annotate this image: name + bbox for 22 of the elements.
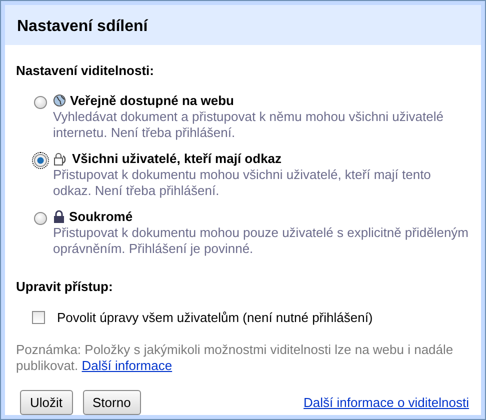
dialog-button[interactable]: Uložit — [20, 390, 73, 415]
more-info-link[interactable]: Další informace — [82, 358, 172, 372]
option-description: Vyhledávat dokument a přistupovat k němu mohou všichni uživatelé internetu. Není třeba přihlášení. — [53, 108, 444, 140]
visibility-info-link[interactable]: Další informace o viditelnosti — [304, 392, 469, 412]
radio-button[interactable] — [34, 212, 47, 224]
radio-button[interactable] — [34, 154, 47, 166]
option-label[interactable]: Veřejně dostupné na webu — [70, 92, 234, 108]
checkbox-label[interactable]: Povolit úpravy všem uživatelům (není nutné přihlášení) — [57, 308, 373, 328]
dialog-title: Nastavení sdílení — [5, 5, 481, 45]
option-description: Přistupovat k dokumentu mohou pouze uživatelé s explicitně přiděleným oprávněním. Přihlášení je povinné. — [53, 224, 469, 256]
section-heading: Nastavení viditelnosti: — [16, 62, 155, 80]
option-label[interactable]: Soukromé — [69, 208, 133, 224]
lock-link-icon — [53, 152, 68, 166]
lock-icon — [53, 210, 65, 223]
globe-icon — [53, 94, 66, 107]
dialog-button[interactable]: Storno — [82, 390, 141, 415]
option-label[interactable]: Všichni uživatelé, kteří mají odkaz — [72, 150, 282, 166]
option-description: Přistupovat k dokumentu mohou všichni uživatelé, kteří mají tento odkaz. Není třeba přihlášení. — [53, 166, 432, 198]
radio-button[interactable] — [34, 96, 47, 108]
section-heading: Upravit přístup: — [16, 278, 114, 296]
note-text: Poznámka: Položky s jakýmikoli možnostmi viditelnosti lze na webu i nadále publikovat. Další informace — [16, 342, 454, 374]
checkbox[interactable] — [32, 311, 45, 324]
